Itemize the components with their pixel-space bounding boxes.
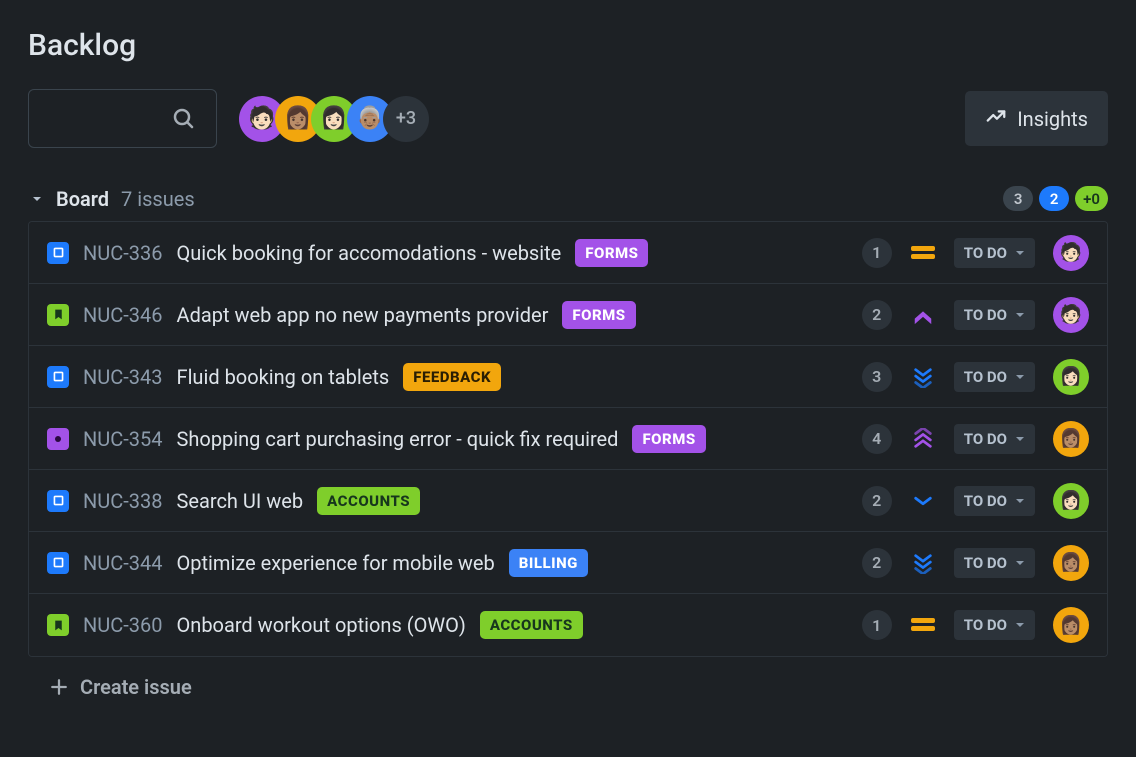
issue-label[interactable]: FEEDBACK <box>403 363 501 391</box>
insights-label: Insights <box>1017 107 1088 131</box>
avatar-more[interactable]: +3 <box>383 96 429 142</box>
story-points[interactable]: 2 <box>862 548 892 578</box>
status-label: TO DO <box>964 554 1007 572</box>
issue-key[interactable]: NUC-360 <box>83 613 163 637</box>
story-points[interactable]: 1 <box>862 610 892 640</box>
create-issue-label: Create issue <box>80 675 192 699</box>
issue-label[interactable]: ACCOUNTS <box>480 611 583 639</box>
story-points[interactable]: 3 <box>862 362 892 392</box>
assignee-avatar[interactable]: 👩🏽 <box>1053 421 1089 457</box>
section-header[interactable]: Board 7 issues 3 2 +0 <box>28 186 1108 211</box>
issue-summary[interactable]: Adapt web app no new payments provider <box>177 303 549 327</box>
issue-key[interactable]: NUC-346 <box>83 303 163 327</box>
assignee-avatar[interactable]: 👩🏽 <box>1053 607 1089 643</box>
issue-row[interactable]: NUC-336 Quick booking for accomodations -… <box>29 222 1107 284</box>
chevron-down-icon <box>1015 430 1025 448</box>
status-pill-todo[interactable]: 3 <box>1003 186 1033 211</box>
issue-row[interactable]: NUC-344 Optimize experience for mobile we… <box>29 532 1107 594</box>
status-pill-inprogress[interactable]: 2 <box>1039 186 1069 211</box>
plus-icon <box>50 678 68 696</box>
status-label: TO DO <box>964 306 1007 324</box>
priority-icon[interactable] <box>910 246 936 260</box>
assignee-avatar[interactable]: 👩🏽 <box>1053 545 1089 581</box>
assignee-avatar[interactable]: 🧑🏻 <box>1053 235 1089 271</box>
issue-summary[interactable]: Optimize experience for mobile web <box>177 551 495 575</box>
chevron-down-icon <box>1015 616 1025 634</box>
status-dropdown[interactable]: TO DO <box>954 300 1035 330</box>
issue-key[interactable]: NUC-343 <box>83 365 163 389</box>
status-label: TO DO <box>964 244 1007 262</box>
issue-row[interactable]: NUC-338 Search UI web ACCOUNTS 2 TO DO 👩🏻 <box>29 470 1107 532</box>
issue-key[interactable]: NUC-338 <box>83 489 163 513</box>
status-dropdown[interactable]: TO DO <box>954 486 1035 516</box>
section-status-pills: 3 2 +0 <box>1003 186 1108 211</box>
issue-row[interactable]: NUC-346 Adapt web app no new payments pro… <box>29 284 1107 346</box>
issue-key[interactable]: NUC-344 <box>83 551 163 575</box>
search-input[interactable] <box>28 89 217 148</box>
priority-icon[interactable] <box>910 305 936 325</box>
story-points[interactable]: 2 <box>862 486 892 516</box>
issue-key[interactable]: NUC-354 <box>83 427 163 451</box>
priority-icon[interactable] <box>910 428 936 450</box>
issue-summary[interactable]: Shopping cart purchasing error - quick f… <box>177 427 619 451</box>
story-points[interactable]: 4 <box>862 424 892 454</box>
chevron-down-icon <box>28 190 46 208</box>
assignee-avatar[interactable]: 🧑🏻 <box>1053 297 1089 333</box>
issue-row[interactable]: NUC-354 Shopping cart purchasing error - … <box>29 408 1107 470</box>
status-dropdown[interactable]: TO DO <box>954 610 1035 640</box>
toolbar: 🧑🏻 👩🏽 👩🏻 👵🏽 +3 Insights <box>28 89 1108 148</box>
issue-list: NUC-336 Quick booking for accomodations -… <box>28 221 1108 657</box>
assignee-avatar[interactable]: 👩🏻 <box>1053 483 1089 519</box>
issue-summary[interactable]: Onboard workout options (OWO) <box>177 613 466 637</box>
search-icon <box>172 107 196 131</box>
issue-summary[interactable]: Search UI web <box>177 489 304 513</box>
status-dropdown[interactable]: TO DO <box>954 362 1035 392</box>
issue-label[interactable]: ACCOUNTS <box>317 487 420 515</box>
issue-label[interactable]: FORMS <box>575 239 648 267</box>
issue-type-icon <box>47 242 69 264</box>
issue-row[interactable]: NUC-343 Fluid booking on tablets FEEDBACK 3… <box>29 346 1107 408</box>
avatar-group[interactable]: 🧑🏻 👩🏽 👩🏻 👵🏽 +3 <box>239 96 429 142</box>
issue-summary[interactable]: Fluid booking on tablets <box>177 365 390 389</box>
issue-type-icon <box>47 614 69 636</box>
chevron-down-icon <box>1015 244 1025 262</box>
priority-icon[interactable] <box>910 495 936 507</box>
issue-type-icon <box>47 428 69 450</box>
create-issue-button[interactable]: Create issue <box>28 657 1108 717</box>
issue-type-icon <box>47 552 69 574</box>
issue-type-icon <box>47 490 69 512</box>
section-count: 7 issues <box>121 187 195 211</box>
issue-type-icon <box>47 304 69 326</box>
issue-summary[interactable]: Quick booking for accomodations - websit… <box>177 241 562 265</box>
priority-icon[interactable] <box>910 618 936 632</box>
status-dropdown[interactable]: TO DO <box>954 548 1035 578</box>
issue-row[interactable]: NUC-360 Onboard workout options (OWO) ACCO… <box>29 594 1107 656</box>
chevron-down-icon <box>1015 368 1025 386</box>
priority-icon[interactable] <box>910 552 936 574</box>
status-label: TO DO <box>964 368 1007 386</box>
status-label: TO DO <box>964 430 1007 448</box>
section-name: Board <box>56 187 109 211</box>
story-points[interactable]: 2 <box>862 300 892 330</box>
chevron-down-icon <box>1015 492 1025 510</box>
chart-line-icon <box>985 105 1007 132</box>
chevron-down-icon <box>1015 306 1025 324</box>
status-dropdown[interactable]: TO DO <box>954 238 1035 268</box>
issue-label[interactable]: FORMS <box>562 301 635 329</box>
status-label: TO DO <box>964 492 1007 510</box>
issue-key[interactable]: NUC-336 <box>83 241 163 265</box>
chevron-down-icon <box>1015 554 1025 572</box>
issue-label[interactable]: FORMS <box>632 425 705 453</box>
status-label: TO DO <box>964 616 1007 634</box>
priority-icon[interactable] <box>910 366 936 388</box>
page-title: Backlog <box>28 28 1108 63</box>
issue-type-icon <box>47 366 69 388</box>
story-points[interactable]: 1 <box>862 238 892 268</box>
insights-button[interactable]: Insights <box>965 91 1108 146</box>
status-dropdown[interactable]: TO DO <box>954 424 1035 454</box>
status-pill-done[interactable]: +0 <box>1075 186 1108 211</box>
issue-label[interactable]: BILLING <box>509 549 588 577</box>
assignee-avatar[interactable]: 👩🏻 <box>1053 359 1089 395</box>
